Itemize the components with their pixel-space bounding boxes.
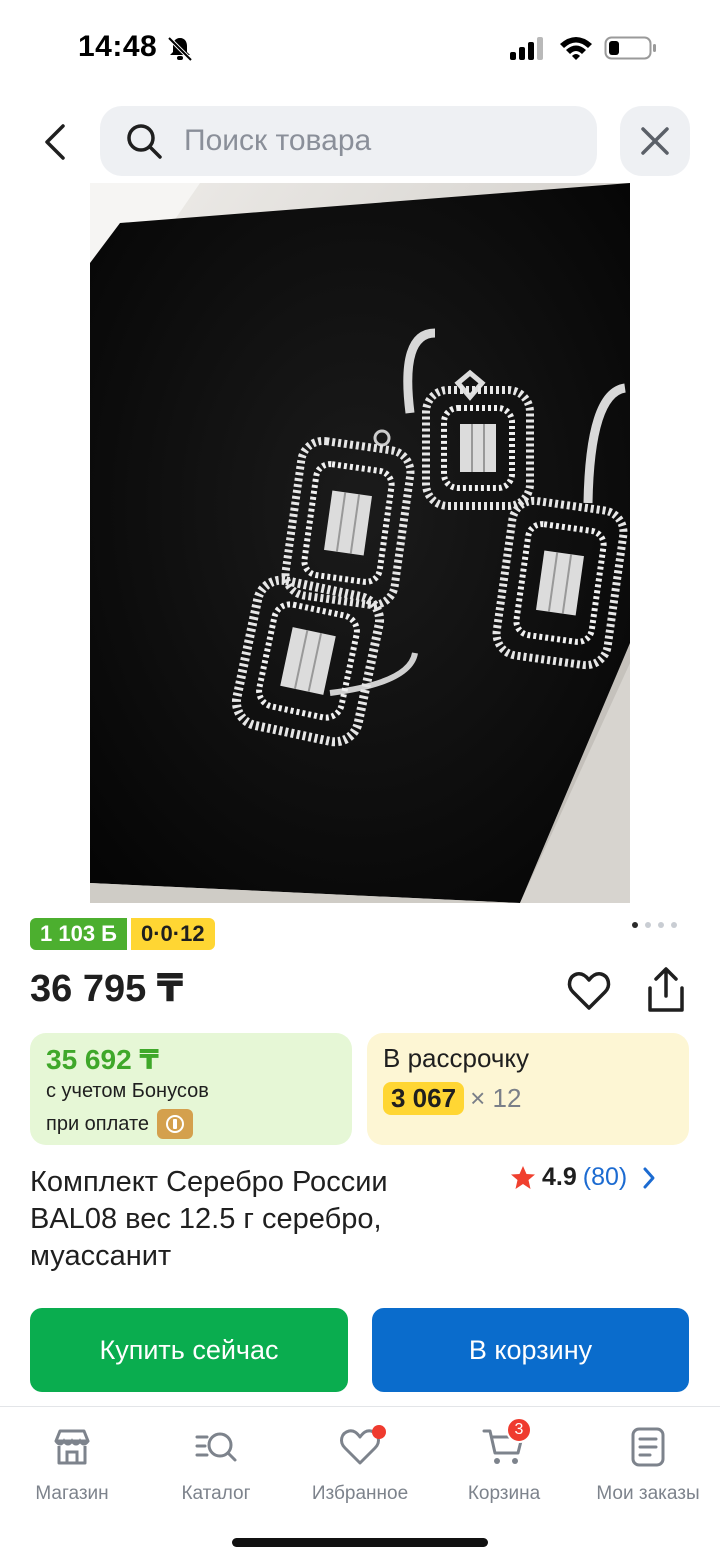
installment-amount: 3 067 <box>383 1082 465 1115</box>
search-input[interactable] <box>184 124 564 158</box>
orders-icon <box>631 1427 665 1467</box>
tab-label: Избранное <box>311 1483 409 1504</box>
tab-label: Каталог <box>181 1483 251 1504</box>
home-indicator <box>232 1538 488 1547</box>
bonus-price-card[interactable]: 35 692 ₸ с учетом Бонусов при оплате <box>30 1033 352 1145</box>
cart-count-badge: 3 <box>506 1417 532 1443</box>
share-icon[interactable] <box>644 966 688 1014</box>
tab-orders[interactable]: Мои заказы <box>576 1425 720 1515</box>
chevron-right-icon <box>643 1167 655 1188</box>
pagination-dot <box>645 922 651 928</box>
bell-slash-icon <box>167 36 193 62</box>
pagination-dot <box>632 922 638 928</box>
tab-label: Мои заказы <box>596 1483 700 1504</box>
installment-badge: 0·0·12 <box>130 918 215 950</box>
tab-catalog[interactable]: Каталог <box>144 1425 288 1515</box>
tab-label: Корзина <box>467 1483 541 1504</box>
pagination-dot <box>658 922 664 928</box>
installment-title: В рассрочку <box>383 1043 530 1073</box>
reviews-count[interactable]: (80) <box>583 1163 627 1192</box>
installment-months: × 12 <box>470 1083 522 1113</box>
close-button[interactable] <box>620 106 690 176</box>
product-price: 36 795 ₸ <box>30 968 184 1010</box>
image-pagination <box>632 922 677 928</box>
chevron-left-icon <box>45 124 65 160</box>
status-bar: 14:48 <box>0 0 720 96</box>
bonus-note: с учетом Бонусов <box>46 1080 209 1102</box>
status-time: 14:48 <box>78 30 158 63</box>
pagination-dot <box>671 922 677 928</box>
jewelry-photo <box>90 183 630 903</box>
favorite-heart-icon[interactable] <box>566 968 612 1014</box>
search-icon <box>127 124 162 159</box>
installment-row: 3 067 × 12 <box>383 1082 673 1115</box>
star-icon <box>511 1165 535 1189</box>
add-to-cart-button[interactable]: В корзину <box>372 1308 689 1392</box>
catalog-search-icon <box>195 1432 237 1462</box>
product-rating[interactable]: 4.9 (80) <box>510 1163 657 1192</box>
bonus-payment-label: при оплате <box>46 1112 150 1135</box>
tab-label: Магазин <box>35 1483 109 1504</box>
notification-dot <box>372 1425 386 1439</box>
search-box[interactable] <box>100 106 597 176</box>
product-title: Комплект Серебро России BAL08 вес 12.5 г… <box>30 1166 388 1272</box>
rating-value: 4.9 <box>542 1163 577 1191</box>
wifi-icon <box>560 37 592 60</box>
back-button[interactable] <box>24 112 84 172</box>
store-icon <box>54 1429 90 1465</box>
bonus-badge: 1 103 Б <box>30 918 127 950</box>
close-icon <box>641 127 669 155</box>
battery-icon <box>604 36 656 60</box>
tab-store[interactable]: Магазин <box>0 1425 144 1515</box>
product-image[interactable] <box>90 183 630 903</box>
product-badges: 1 103 Б 0·0·12 <box>30 918 215 950</box>
bonus-price: 35 692 ₸ <box>46 1044 159 1075</box>
bonus-payment-note: при оплате <box>46 1109 336 1139</box>
payment-method-icon <box>157 1109 194 1139</box>
tab-cart[interactable]: 3 Корзина <box>432 1417 576 1515</box>
buy-now-button[interactable]: Купить сейчас <box>30 1308 348 1392</box>
search-header <box>0 100 720 184</box>
installment-card[interactable]: В рассрочку 3 067 × 12 <box>367 1033 689 1145</box>
tab-favorites[interactable]: Избранное <box>288 1425 432 1515</box>
cellular-signal-icon <box>510 37 543 60</box>
